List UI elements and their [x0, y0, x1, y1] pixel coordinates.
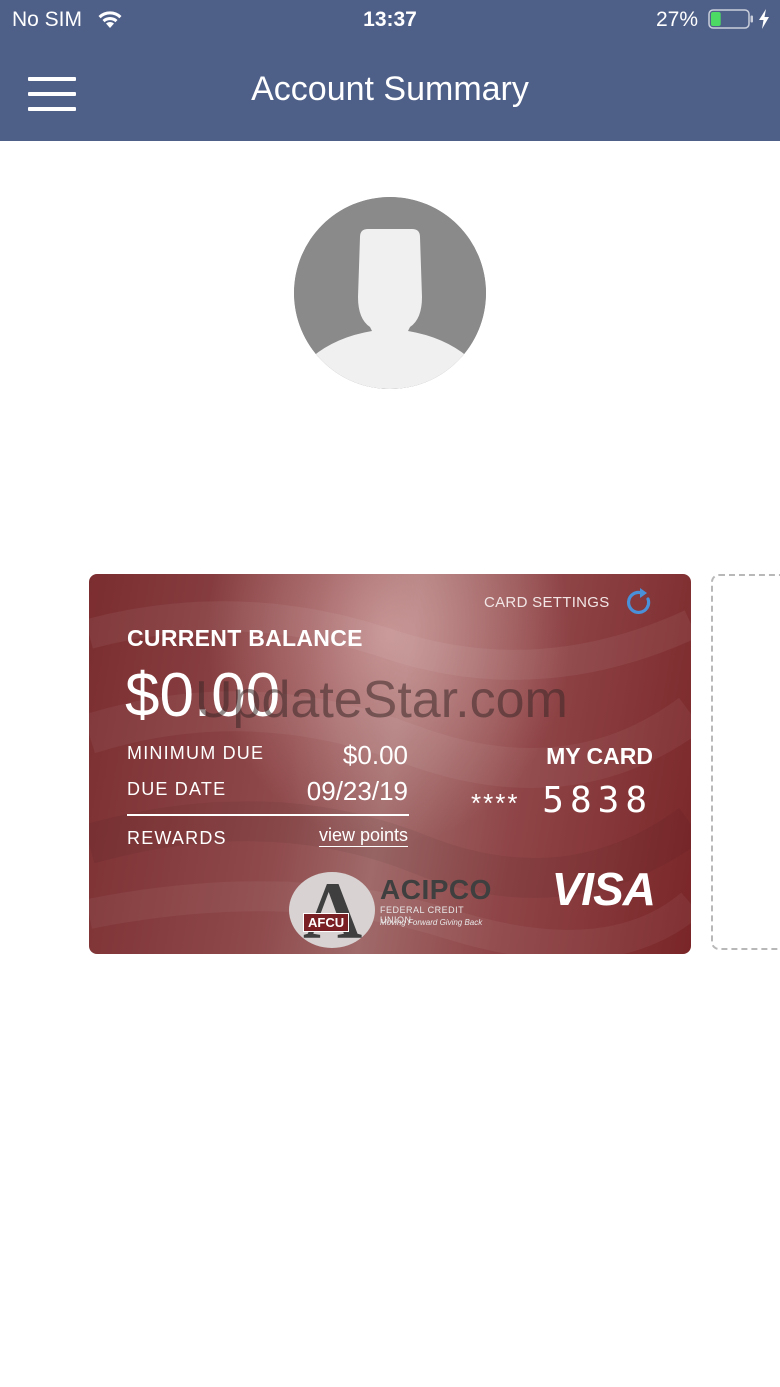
acipco-logo: A AFCU ACIPCO FEDERAL CREDIT UNION Movin… — [289, 865, 494, 954]
logo-name: ACIPCO — [380, 874, 492, 905]
my-card-label: MY CARD — [546, 743, 653, 769]
current-balance-value: $0.00 — [125, 661, 281, 730]
add-card-placeholder[interactable] — [711, 574, 780, 950]
card-divider — [127, 814, 409, 816]
view-points-link[interactable]: view points — [319, 825, 408, 846]
app-header: No SIM 13:37 27% Account Summary — [0, 0, 780, 141]
card-number-mask: **** — [471, 788, 520, 818]
logo-tagline: Moving Forward Giving Back — [380, 918, 483, 927]
status-bar: No SIM 13:37 27% — [0, 0, 780, 40]
battery-percent: 27% — [655, 8, 698, 31]
visa-logo: VISA — [551, 863, 656, 915]
refresh-icon[interactable] — [623, 586, 655, 618]
logo-letter: A — [303, 865, 363, 954]
person-silhouette-icon — [294, 197, 486, 389]
due-date-label: DUE DATE — [127, 779, 227, 799]
due-date-value: 09/23/19 — [306, 776, 408, 806]
minimum-due-label: MINIMUM DUE — [127, 743, 265, 763]
minimum-due-value: $0.00 — [342, 740, 408, 770]
current-balance-label: CURRENT BALANCE — [127, 625, 363, 651]
avatar[interactable] — [294, 197, 486, 389]
rewards-label: REWARDS — [127, 828, 227, 848]
battery-icon — [708, 9, 753, 29]
card-last-four: 5838 — [542, 780, 653, 821]
credit-card[interactable]: CARD SETTINGS CURRENT BALANCE $0.00 MINI… — [89, 574, 691, 954]
logo-badge: AFCU — [303, 913, 350, 932]
card-settings-link[interactable]: CARD SETTINGS — [484, 594, 610, 611]
page-title: Account Summary — [251, 70, 529, 108]
charging-bolt-icon — [759, 9, 769, 29]
